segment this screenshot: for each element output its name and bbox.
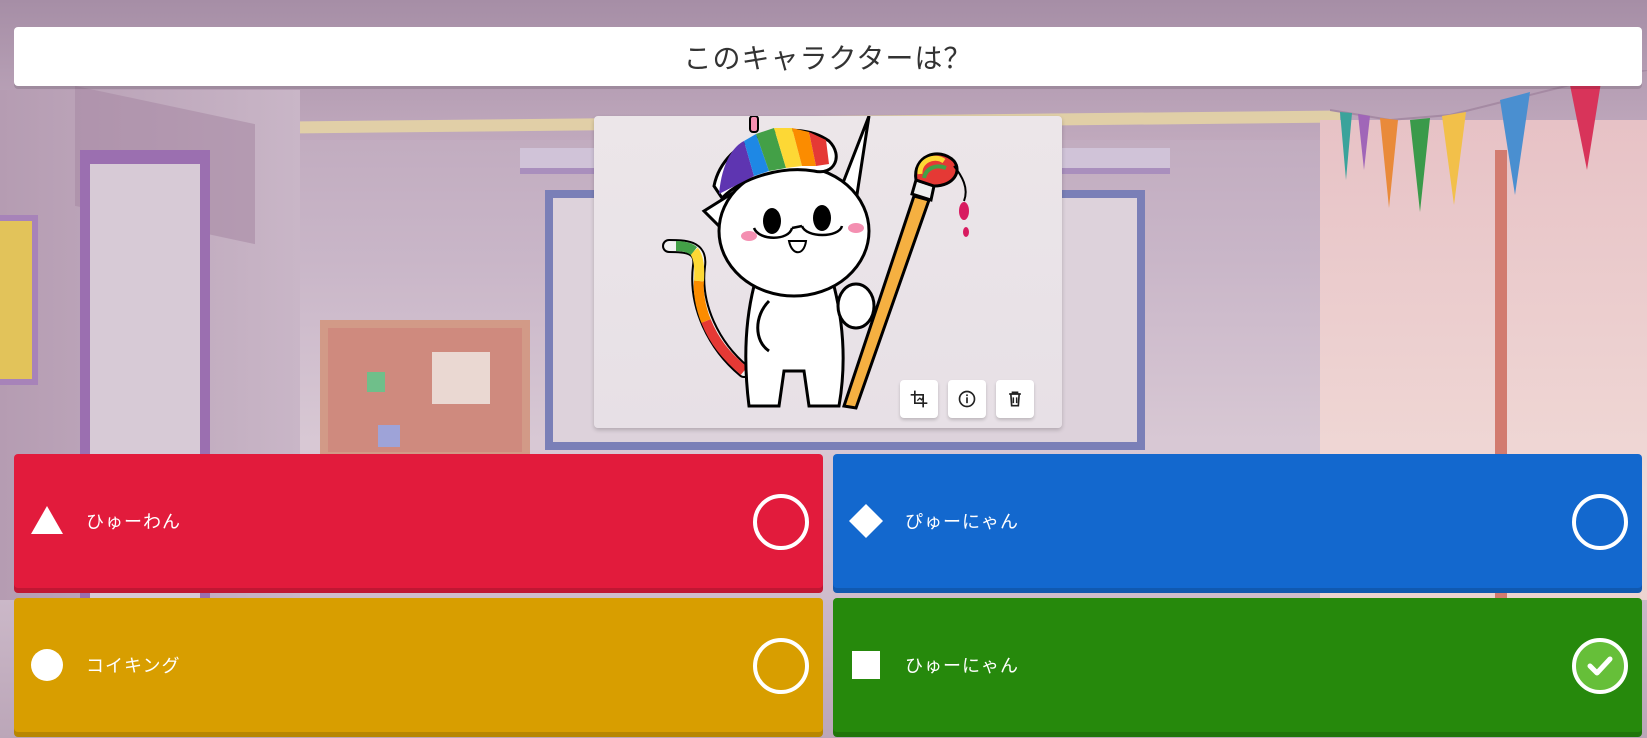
info-button[interactable]: [948, 380, 986, 418]
crop-icon: [910, 390, 928, 408]
diamond-icon: [849, 504, 883, 538]
answer-correct-toggle[interactable]: [753, 638, 809, 694]
question-text: このキャラクターは？: [683, 41, 973, 75]
trash-icon: [1009, 391, 1021, 407]
answer-option-green[interactable]: ひゅーにゃん: [833, 598, 1642, 732]
answer-correct-toggle[interactable]: [1572, 494, 1628, 550]
answer-option-red[interactable]: ひゅーわん: [14, 454, 823, 588]
sticky-note: [378, 425, 400, 447]
answer-label: コイキング: [86, 656, 181, 677]
answer-option-yellow[interactable]: コイキング: [14, 598, 823, 732]
answer-correct-toggle[interactable]: [1572, 638, 1628, 694]
answer-option-blue[interactable]: ぴゅーにゃん: [833, 454, 1642, 588]
answer-label: ひゅーにゃん: [905, 656, 1019, 677]
answer-correct-toggle[interactable]: [753, 494, 809, 550]
bunting-flags: [1330, 70, 1647, 212]
bulletin-board: [320, 320, 530, 460]
cat-painter-illustration: [662, 116, 969, 410]
info-icon: [958, 390, 976, 408]
circle-icon: [31, 649, 63, 681]
delete-image-button[interactable]: [996, 380, 1034, 418]
triangle-icon: [31, 506, 63, 534]
sticky-note: [367, 372, 385, 392]
question-image-card: [594, 116, 1062, 428]
crop-button[interactable]: [900, 380, 938, 418]
answer-label: ひゅーわん: [86, 512, 181, 533]
sticky-note: [432, 352, 490, 404]
checkmark-icon: [1587, 656, 1613, 676]
wall-picture: [0, 215, 38, 385]
square-icon: [852, 651, 880, 679]
answer-label: ぴゅーにゃん: [905, 512, 1019, 533]
question-bar: このキャラクターは？: [14, 27, 1642, 86]
